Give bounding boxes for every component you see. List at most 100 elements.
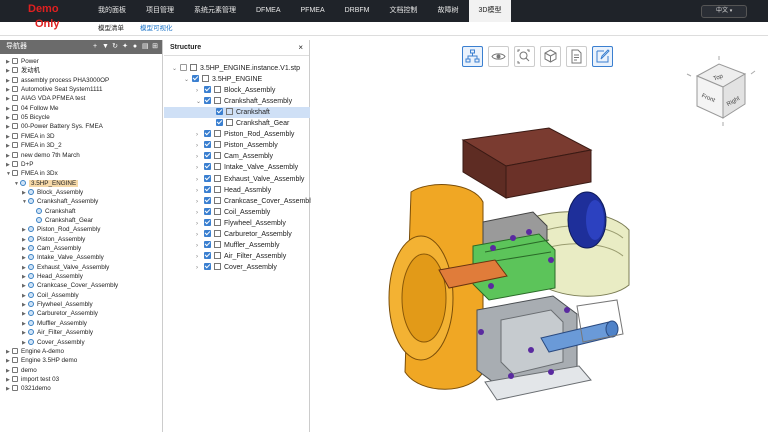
navigator-item[interactable]: ▶ assembly process PHA3000OP <box>6 76 109 85</box>
navigator-item[interactable]: ▶ FMEA in 3D_2 <box>6 141 62 150</box>
nav-item-6[interactable]: 文档控制 <box>380 0 428 22</box>
nav-item-5[interactable]: DRBFM <box>335 0 380 22</box>
nav-item-8[interactable]: 3D模型 <box>468 0 512 22</box>
navigator-item[interactable]: ▶ Exhaust_Valve_Assembly <box>22 263 109 272</box>
3d-viewport[interactable]: Top Front Right <box>311 40 768 432</box>
structure-item[interactable]: Crankshaft <box>164 107 310 119</box>
chevron-down-icon[interactable]: ⌄ <box>184 75 192 86</box>
navigator-item[interactable]: ▼ 3.5HP_ENGINE <box>14 179 79 189</box>
visibility-checkbox[interactable] <box>204 262 211 270</box>
navigator-item[interactable]: ▶ 00-Power Battery Sys. FMEA <box>6 122 103 131</box>
chevron-down-icon[interactable]: ▼ <box>14 180 20 189</box>
navigator-item[interactable]: ▶ Automotive Seat System1111 <box>6 85 103 94</box>
visibility-checkbox[interactable] <box>204 185 211 193</box>
navigator-item[interactable]: ▶ import test 03 <box>6 375 59 384</box>
visibility-checkbox[interactable] <box>204 218 211 226</box>
chevron-down-icon[interactable]: ⌄ <box>172 64 180 75</box>
navigator-item[interactable]: Crankshaft_Gear <box>30 216 93 225</box>
close-icon[interactable]: × <box>298 40 303 56</box>
navigator-item[interactable]: ▶ Head_Assembly <box>22 272 83 281</box>
visibility-checkbox[interactable] <box>204 86 211 94</box>
visibility-checkbox[interactable] <box>204 163 211 171</box>
engine-3d-model[interactable] <box>381 110 631 410</box>
zoom-fit-icon[interactable] <box>514 46 535 67</box>
structure-item[interactable]: ⌄ 3.5HP_ENGINE.instance.V1.stp <box>172 63 300 74</box>
navigator-item[interactable]: ▶ Air_Filter_Assembly <box>22 328 93 337</box>
edit-icon[interactable] <box>592 46 613 67</box>
visibility-checkbox[interactable] <box>204 130 211 138</box>
document-icon[interactable] <box>566 46 587 67</box>
navigator-item[interactable]: ▼ Crankshaft_Assembly <box>22 197 98 206</box>
visibility-checkbox[interactable] <box>204 152 211 160</box>
structure-item[interactable]: › Muffler_Assembly <box>196 240 280 251</box>
visibility-checkbox[interactable] <box>204 196 211 204</box>
visibility-checkbox[interactable] <box>204 174 211 182</box>
add-icon[interactable]: + <box>92 40 98 54</box>
language-select[interactable]: 中文 ▾ <box>701 5 747 18</box>
structure-item[interactable]: ⌄ Crankshaft_Assembly <box>196 96 292 107</box>
structure-item[interactable]: › Piston_Rod_Assembly <box>196 129 294 140</box>
navigator-item[interactable]: ▶ Coil_Assembly <box>22 291 79 300</box>
tab-model-visualization[interactable]: 模型可视化 <box>140 24 173 34</box>
settings-icon[interactable]: ✦ <box>122 40 128 54</box>
visibility-checkbox[interactable] <box>180 64 187 71</box>
expand-icon[interactable]: ⊞ <box>152 40 158 54</box>
navigator-item[interactable]: ▶ demo <box>6 366 37 375</box>
nav-item-1[interactable]: 项目管理 <box>136 0 184 22</box>
navigator-item[interactable]: ▶ Muffler_Assembly <box>22 319 87 328</box>
archive-icon[interactable]: ▤ <box>142 40 149 54</box>
navigator-item[interactable]: ▶ Intake_Valve_Assembly <box>22 253 104 262</box>
nav-item-3[interactable]: DFMEA <box>246 0 291 22</box>
visibility-checkbox[interactable] <box>192 75 199 83</box>
refresh-icon[interactable]: ↻ <box>112 40 118 54</box>
filter-icon[interactable]: ▼ <box>102 40 109 54</box>
structure-item[interactable]: Crankshaft_Gear <box>208 118 289 129</box>
navigator-item[interactable]: ▶ Cover_Assembly <box>22 338 85 347</box>
navigator-item[interactable]: ▶ 04 Follow Me <box>6 104 58 113</box>
structure-item[interactable]: › Piston_Assembly <box>196 140 278 151</box>
navigator-item[interactable]: ▶ Carburetor_Assembly <box>22 309 98 318</box>
nav-item-2[interactable]: 系统元素管理 <box>184 0 246 22</box>
visibility-checkbox[interactable] <box>204 97 211 105</box>
eye-icon[interactable] <box>488 46 509 67</box>
structure-item[interactable]: › Cover_Assembly <box>196 262 277 273</box>
structure-item[interactable]: › Coil_Assembly <box>196 207 270 218</box>
navigator-item[interactable]: ▶ 发动机 <box>6 66 40 75</box>
visibility-checkbox[interactable] <box>204 251 211 259</box>
navigator-item[interactable]: ▶ 05 Bicycle <box>6 113 50 122</box>
navigator-item[interactable]: Crankshaft <box>30 207 75 216</box>
visibility-checkbox[interactable] <box>204 141 211 149</box>
structure-item[interactable]: › Block_Assembly <box>196 85 275 96</box>
navigator-item[interactable]: ▶ AIAG VDA PFMEA test <box>6 94 85 103</box>
visibility-checkbox[interactable] <box>204 207 211 215</box>
nav-item-7[interactable]: 故障树 <box>428 0 469 22</box>
structure-item[interactable]: › Carburetor_Assembly <box>196 229 292 240</box>
navigator-item[interactable]: ▶ Piston_Rod_Assembly <box>22 225 100 234</box>
structure-tree-icon[interactable] <box>462 46 483 67</box>
structure-item[interactable]: › Air_Filter_Assembly <box>196 251 286 262</box>
navigator-item[interactable]: ▼ FMEA in 3Dx <box>6 169 58 178</box>
navigator-item[interactable]: ▶ Power <box>6 57 39 66</box>
structure-item[interactable]: ⌄ 3.5HP_ENGINE <box>184 74 262 85</box>
navigator-item[interactable]: ▶ 0321demo <box>6 384 51 393</box>
structure-item[interactable]: › Exhaust_Valve_Assembly <box>196 174 304 185</box>
structure-item[interactable]: › Crankcase_Cover_Assembly <box>196 196 314 207</box>
structure-item[interactable]: › Head_Assmbly <box>196 185 271 196</box>
navigator-item[interactable]: ▶ Block_Assembly <box>22 188 83 197</box>
visibility-checkbox[interactable] <box>204 240 211 248</box>
structure-item[interactable]: › Cam_Assembly <box>196 151 273 162</box>
visibility-checkbox[interactable] <box>204 229 211 237</box>
navigator-item[interactable]: ▶ FMEA in 3D <box>6 132 55 141</box>
structure-item[interactable]: › Intake_Valve_Assembly <box>196 162 298 173</box>
navigator-item[interactable]: ▶ new demo 7th March <box>6 151 80 160</box>
nav-item-0[interactable]: 我的面板 <box>88 0 136 22</box>
navigator-item[interactable]: ▶ Engine A-demo <box>6 347 64 356</box>
structure-item[interactable]: › Flywheel_Assembly <box>196 218 286 229</box>
visibility-checkbox[interactable] <box>216 119 223 127</box>
navigator-item[interactable]: ▶ Cam_Assembly <box>22 244 81 253</box>
nav-item-4[interactable]: PFMEA <box>291 0 335 22</box>
navigator-item[interactable]: ▶ D+P <box>6 160 33 169</box>
navigator-item[interactable]: ▶ Piston_Assembly <box>22 235 85 244</box>
navigator-item[interactable]: ▶ Engine 3.5HP demo <box>6 356 77 365</box>
navigator-item[interactable]: ▶ Crankcase_Cover_Assembly <box>22 281 118 290</box>
